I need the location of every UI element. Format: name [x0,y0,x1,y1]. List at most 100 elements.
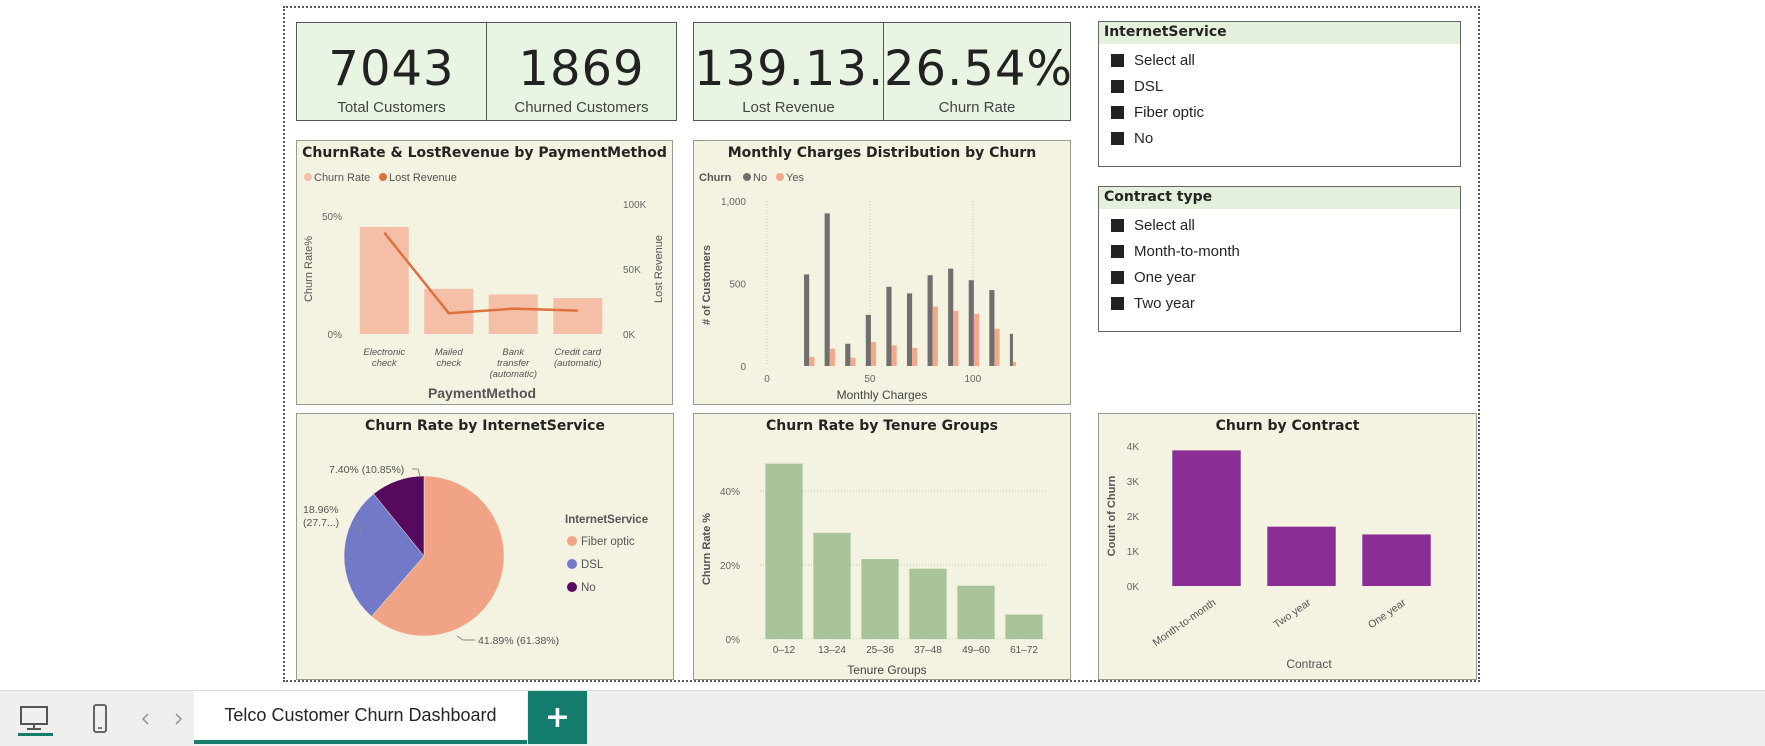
slicer-item-one-year[interactable]: One year [1099,264,1460,290]
x-tick-label: 100 [964,374,981,385]
x-tick-label: 37–48 [914,645,942,656]
kpi-label: Total Customers [337,99,446,116]
bar-no [824,213,830,366]
slicer-item-select-all[interactable]: Select all [1099,47,1460,73]
legend-marker-no [743,173,751,181]
x-axis-title: PaymentMethod [428,385,536,401]
slicer-item-label: No [1134,129,1154,147]
checkbox-icon [1111,105,1124,119]
bar-yes [994,328,1000,366]
y-tick-label: 20% [720,561,740,572]
kpi-value: 1869 [518,41,645,97]
y2-tick-label: 50K [623,265,641,276]
y-tick-label: 0% [726,635,741,646]
bar-no [948,268,954,366]
report-page: 7043 Total Customers 1869 Churned Custom… [0,0,1765,746]
kpi-churn-rate[interactable]: 26.54% Churn Rate [883,22,1072,121]
tenure-groups-chart: 0% 20% 40% Churn Rate % Tenure Groups 0–12 13–… [701,463,1048,677]
legend-marker-yes [776,173,784,181]
kpi-label: Lost Revenue [742,99,835,116]
slicer-internet-service[interactable]: InternetService Select all DSL Fiber opt… [1098,21,1461,167]
bar-no [906,293,913,366]
slicer-item-select-all[interactable]: Select all [1099,212,1460,238]
x-tick-label: Electronic [363,347,405,358]
chevron-right-icon[interactable] [158,699,198,739]
x-tick-label: check [372,358,398,369]
bar-tenure [1005,614,1043,639]
y-tick-label: 1,000 [721,197,746,208]
x-tick-label: Bank [502,347,525,358]
y-tick-label: 40% [720,487,740,498]
y-tick-label: 0K [1127,582,1140,593]
kpi-total-customers[interactable]: 7043 Total Customers [296,22,487,121]
bar-tenure [813,532,851,639]
x-tick-label: One year [1366,596,1409,631]
slicer-item-dsl[interactable]: DSL [1099,73,1460,99]
y-axis-title: Churn Rate% [303,236,315,302]
legend-label: Yes [786,172,804,184]
add-page-button[interactable]: + [528,691,587,744]
checkbox-icon [1111,79,1124,93]
legend-label: No [581,582,596,594]
legend-title: InternetService [565,514,648,526]
bar-no [804,274,810,366]
monthly-charges-chart: Churn No Yes 0 500 1,000 0 50 100 # of Customers M… [699,172,1017,402]
legend-marker-lost-revenue [379,173,387,181]
y-tick-label: 0% [328,330,343,341]
slicer-contract-type[interactable]: Contract type Select all Month-to-month … [1098,186,1461,332]
bar-yes [891,345,897,366]
x-tick-label: check [436,358,462,369]
visual-churn-by-tenure[interactable]: Churn Rate by Tenure Groups 0% 20% 40% Chur… [693,413,1071,680]
data-label-dsl: (27.7...) [303,517,339,529]
slicer-item-label: Select all [1134,51,1195,69]
slicer-item-two-year[interactable]: Two year [1099,290,1460,316]
checkbox-icon [1111,53,1124,67]
x-axis-title: Tenure Groups [847,663,926,677]
slicer-item-label: DSL [1134,77,1164,95]
visual-churn-by-payment-method[interactable]: ChurnRate & LostRevenue by PaymentMethod… [296,140,673,405]
kpi-churned-customers[interactable]: 1869 Churned Customers [486,22,677,121]
legend-marker [567,582,577,592]
bar-yes [973,314,980,366]
payment-method-chart: Churn Rate Lost Revenue 0% 50% 0K 50K 100K Chur… [303,172,665,401]
slicer-item-fiber-optic[interactable]: Fiber optic [1099,99,1460,125]
x-tick-label: 0 [764,374,770,385]
bar-contract [1362,534,1431,586]
slicer-item-month-to-month[interactable]: Month-to-month [1099,238,1460,264]
visual-monthly-charges[interactable]: Monthly Charges Distribution by Churn Ch… [693,140,1071,405]
bar-churn-rate [553,298,603,334]
kpi-value: 139.13... [694,41,917,97]
bar-yes [829,348,835,366]
x-tick-label: Two year [1271,596,1313,631]
page-navigation-bar: Telco Customer Churn Dashboard + [0,690,1765,746]
y-tick-label: 0 [740,362,746,373]
slicer-item-label: Two year [1134,294,1195,312]
tab-telco-customer-churn-dashboard[interactable]: Telco Customer Churn Dashboard [194,691,527,744]
active-view-indicator [18,733,53,736]
internet-service-pie-chart: 41.89% (61.38%) 18.96%(27.7...) 7.40% (10.… [303,464,648,647]
slicer-item-label: Fiber optic [1134,103,1205,121]
x-tick-label: 61–72 [1010,645,1038,656]
x-tick-label: (automatic) [554,358,602,369]
x-tick-label: 13–24 [818,645,846,656]
checkbox-icon [1111,296,1124,310]
y-tick-label: 4K [1127,442,1140,453]
bar-no [886,286,892,366]
mobile-icon[interactable] [80,699,120,739]
bar-no [845,343,851,366]
bar-yes [809,356,815,366]
y-tick-label: 3K [1127,477,1140,488]
visual-churn-by-internet-service[interactable]: Churn Rate by InternetService 41.89% (61… [296,413,674,680]
data-label-dsl: 18.96% [303,504,339,516]
y-axis-title: # of Customers [701,245,713,325]
y-tick-label: 1K [1127,547,1140,558]
y-tick-label: 500 [729,280,746,291]
x-tick-label: 50 [864,374,876,385]
y-axis-title: Churn Rate % [701,513,713,585]
bar-tenure [861,559,899,639]
kpi-lost-revenue[interactable]: 139.13... Lost Revenue [693,22,917,121]
visual-churn-by-contract[interactable]: Churn by Contract 0K 1K 2K 3K 4K Count of Chu… [1098,413,1477,680]
slicer-item-no[interactable]: No [1099,125,1460,151]
x-tick-label: 0–12 [773,645,796,656]
x-tick-label: 25–36 [866,645,894,656]
